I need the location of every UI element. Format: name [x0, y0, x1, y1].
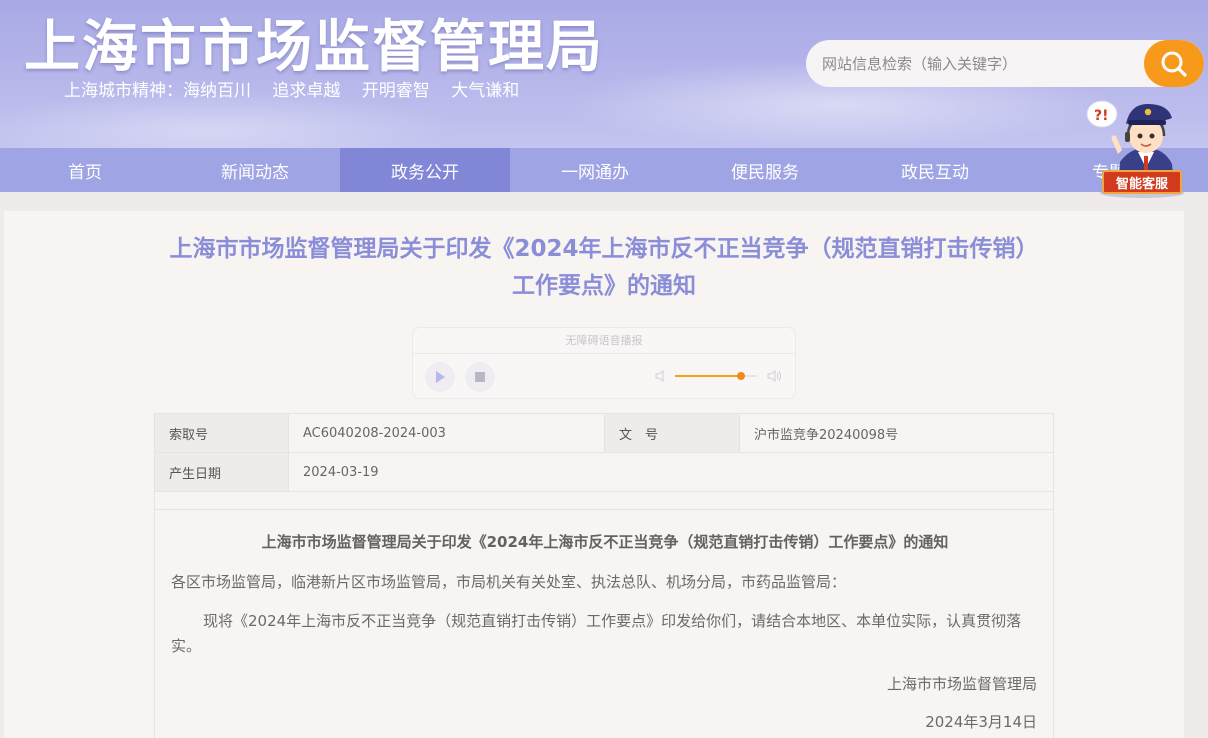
assistant-label: 智能客服: [1102, 170, 1182, 194]
slogan-part: 追求卓越: [272, 81, 341, 101]
city-slogan: 上海城市精神：海纳百川 追求卓越 开明睿智 大气谦和: [64, 76, 535, 101]
signing-organization: 上海市市场监督管理局: [886, 675, 1037, 693]
article-title: 上海市市场监督管理局关于印发《2024年上海市反不正当竞争（规范直销打击传销） …: [4, 231, 1204, 305]
nav-item-gov-affairs[interactable]: 政务公开: [340, 148, 510, 192]
main-nav: 首页 新闻动态 政务公开 一网通办 便民服务 政民互动 专题: [0, 148, 1208, 192]
play-button[interactable]: [425, 362, 455, 392]
volume-handle[interactable]: [736, 372, 745, 380]
smart-service-assistant[interactable]: ?! 智能客服: [1082, 92, 1188, 200]
table-row: 索取号 AC6040208-2024-003 文 号 沪市监竞争20240098…: [154, 413, 1054, 453]
document-metadata-table: 索取号 AC6040208-2024-003 文 号 沪市监竞争20240098…: [154, 413, 1054, 510]
site-title: 上海市市场监督管理局: [24, 15, 604, 80]
nav-item-news[interactable]: 新闻动态: [170, 148, 340, 192]
slogan-part: 开明睿智: [361, 81, 430, 101]
signing-date: 2024年3月14日: [925, 713, 1037, 731]
nav-item-home[interactable]: 首页: [0, 148, 170, 192]
document-addressee: 各区市场监管局，临港新片区市场监管局，市局机关有关处室、执法总队、机场分局，市药…: [171, 573, 847, 591]
volume-level: [675, 375, 741, 377]
volume-up-icon[interactable]: [767, 369, 783, 383]
issue-date-value: 2024-03-19: [288, 452, 1054, 492]
magnifier-icon: [1161, 51, 1187, 77]
search-input[interactable]: [806, 40, 1146, 87]
accessibility-audio-player: 无障碍语音播报: [412, 327, 796, 399]
table-row: [154, 491, 1054, 510]
issue-date-label: 产生日期: [154, 452, 289, 492]
document-number-value: 沪市监竞争20240098号: [739, 413, 1054, 453]
site-search: [806, 40, 1204, 87]
document-title: 上海市市场监督管理局关于印发《2024年上海市反不正当竞争（规范直销打击传销）工…: [261, 533, 949, 551]
document-number-label: 文 号: [604, 413, 740, 453]
stop-icon: [475, 372, 485, 382]
search-button[interactable]: [1144, 40, 1204, 87]
svg-text:?!: ?!: [1094, 108, 1109, 124]
slogan-part: 大气谦和: [451, 81, 520, 101]
article-title-line: 上海市市场监督管理局关于印发《2024年上海市反不正当竞争（规范直销打击传销）: [169, 236, 1039, 262]
audio-player-title: 无障碍语音播报: [413, 328, 795, 354]
volume-slider[interactable]: [675, 372, 757, 380]
stop-button[interactable]: [465, 362, 495, 392]
nav-item-one-stop[interactable]: 一网通办: [510, 148, 680, 192]
index-number-label: 索取号: [154, 413, 289, 453]
nav-item-interaction[interactable]: 政民互动: [850, 148, 1020, 192]
document-body: 上海市市场监督管理局关于印发《2024年上海市反不正当竞争（规范直销打击传销）工…: [154, 509, 1054, 738]
slogan-part: 上海城市精神：海纳百川: [64, 81, 251, 101]
article-container: 上海市市场监督管理局关于印发《2024年上海市反不正当竞争（规范直销打击传销） …: [4, 211, 1184, 738]
site-header: 上海市市场监督管理局 上海城市精神：海纳百川 追求卓越 开明睿智 大气谦和: [0, 0, 1208, 148]
play-icon: [436, 371, 445, 383]
document-paragraph: 现将《2024年上海市反不正当竞争（规范直销打击传销）工作要点》印发给你们，请结…: [171, 612, 1022, 655]
article-title-line: 工作要点》的通知: [512, 273, 696, 299]
nav-item-services[interactable]: 便民服务: [680, 148, 850, 192]
volume-down-icon[interactable]: [655, 369, 669, 383]
table-spacer: [154, 491, 1054, 510]
table-row: 产生日期 2024-03-19: [154, 452, 1054, 492]
index-number-value: AC6040208-2024-003: [288, 413, 605, 453]
